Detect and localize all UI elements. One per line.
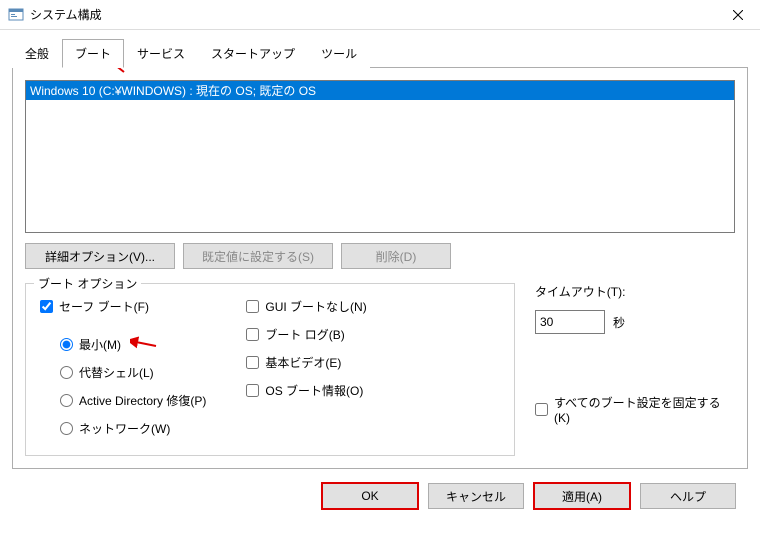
ad-repair-input[interactable] xyxy=(60,394,73,407)
alt-shell-label: 代替シェル(L) xyxy=(79,364,154,381)
network-label: ネットワーク(W) xyxy=(79,420,170,437)
window-title: システム構成 xyxy=(30,6,102,23)
timeout-unit: 秒 xyxy=(613,314,625,331)
safe-boot-label: セーフ ブート(F) xyxy=(59,298,149,315)
fix-settings-input[interactable] xyxy=(535,403,548,416)
tab-panel-boot: Windows 10 (C:¥WINDOWS) : 現在の OS; 既定の OS… xyxy=(12,67,748,469)
base-video-label: 基本ビデオ(E) xyxy=(265,354,341,371)
tab-general[interactable]: 全般 xyxy=(12,39,62,68)
alt-shell-radio[interactable]: 代替シェル(L) xyxy=(60,364,206,381)
tab-services[interactable]: サービス xyxy=(124,39,198,68)
boot-log-label: ブート ログ(B) xyxy=(265,326,344,343)
safe-boot-checkbox[interactable]: セーフ ブート(F) xyxy=(40,298,206,315)
ad-repair-label: Active Directory 修復(P) xyxy=(79,392,206,409)
timeout-row: 秒 xyxy=(535,310,735,334)
delete-button: 削除(D) xyxy=(341,243,451,269)
no-gui-input[interactable] xyxy=(246,300,259,313)
boot-os-item[interactable]: Windows 10 (C:¥WINDOWS) : 現在の OS; 既定の OS xyxy=(26,81,734,100)
boot-log-checkbox[interactable]: ブート ログ(B) xyxy=(246,326,366,343)
alt-shell-input[interactable] xyxy=(60,366,73,379)
fix-settings-checkbox[interactable]: すべてのブート設定を固定する(K) xyxy=(535,394,735,425)
cancel-button[interactable]: キャンセル xyxy=(428,483,524,509)
os-boot-info-input[interactable] xyxy=(246,384,259,397)
tab-strip: 全般 ブート サービス スタートアップ ツール xyxy=(12,39,748,68)
safe-boot-input[interactable] xyxy=(40,300,53,313)
help-button[interactable]: ヘルプ xyxy=(640,483,736,509)
minimal-input[interactable] xyxy=(60,338,73,351)
network-input[interactable] xyxy=(60,422,73,435)
os-boot-info-label: OS ブート情報(O) xyxy=(265,382,363,399)
minimal-radio[interactable]: 最小(M) xyxy=(60,336,206,353)
tab-startup[interactable]: スタートアップ xyxy=(198,39,308,68)
no-gui-label: GUI ブートなし(N) xyxy=(265,298,366,315)
button-row: 詳細オプション(V)... 既定値に設定する(S) 削除(D) xyxy=(25,243,735,269)
minimal-label: 最小(M) xyxy=(79,336,121,353)
fix-settings-label: すべてのブート設定を固定する(K) xyxy=(554,394,735,425)
close-button[interactable] xyxy=(715,0,760,30)
right-column: GUI ブートなし(N) ブート ログ(B) 基本ビデオ(E) OS xyxy=(246,298,366,437)
timeout-panel: タイムアウト(T): 秒 すべてのブート設定を固定する(K) xyxy=(535,283,735,456)
titlebar: システム構成 xyxy=(0,0,760,30)
apply-button[interactable]: 適用(A) xyxy=(534,483,630,509)
network-radio[interactable]: ネットワーク(W) xyxy=(60,420,206,437)
boot-options-group: ブート オプション セーフ ブート(F) 最小(M) xyxy=(25,283,515,456)
timeout-label: タイムアウト(T): xyxy=(535,283,735,300)
boot-os-list[interactable]: Windows 10 (C:¥WINDOWS) : 現在の OS; 既定の OS xyxy=(25,80,735,233)
ad-repair-radio[interactable]: Active Directory 修復(P) xyxy=(60,392,206,409)
tab-boot[interactable]: ブート xyxy=(62,39,124,68)
tab-tools[interactable]: ツール xyxy=(308,39,370,68)
advanced-options-button[interactable]: 詳細オプション(V)... xyxy=(25,243,175,269)
boot-log-input[interactable] xyxy=(246,328,259,341)
ok-button[interactable]: OK xyxy=(322,483,418,509)
base-video-input[interactable] xyxy=(246,356,259,369)
os-boot-info-checkbox[interactable]: OS ブート情報(O) xyxy=(246,382,366,399)
base-video-checkbox[interactable]: 基本ビデオ(E) xyxy=(246,354,366,371)
timeout-input[interactable] xyxy=(535,310,605,334)
safe-boot-radio-group: 最小(M) 代替シェル(L) Active xyxy=(60,336,206,437)
no-gui-checkbox[interactable]: GUI ブートなし(N) xyxy=(246,298,366,315)
left-column: セーフ ブート(F) 最小(M) xyxy=(40,298,206,437)
set-default-button: 既定値に設定する(S) xyxy=(183,243,333,269)
group-title: ブート オプション xyxy=(34,275,141,292)
dialog-buttons: OK キャンセル 適用(A) ヘルプ xyxy=(12,469,748,509)
options-row: ブート オプション セーフ ブート(F) 最小(M) xyxy=(25,283,735,456)
content: 全般 ブート サービス スタートアップ ツール Windows 10 (C:¥W… xyxy=(0,30,760,521)
app-icon xyxy=(8,7,24,23)
annotation-arrow-minimal xyxy=(130,334,160,352)
options-columns: セーフ ブート(F) 最小(M) xyxy=(40,298,500,437)
